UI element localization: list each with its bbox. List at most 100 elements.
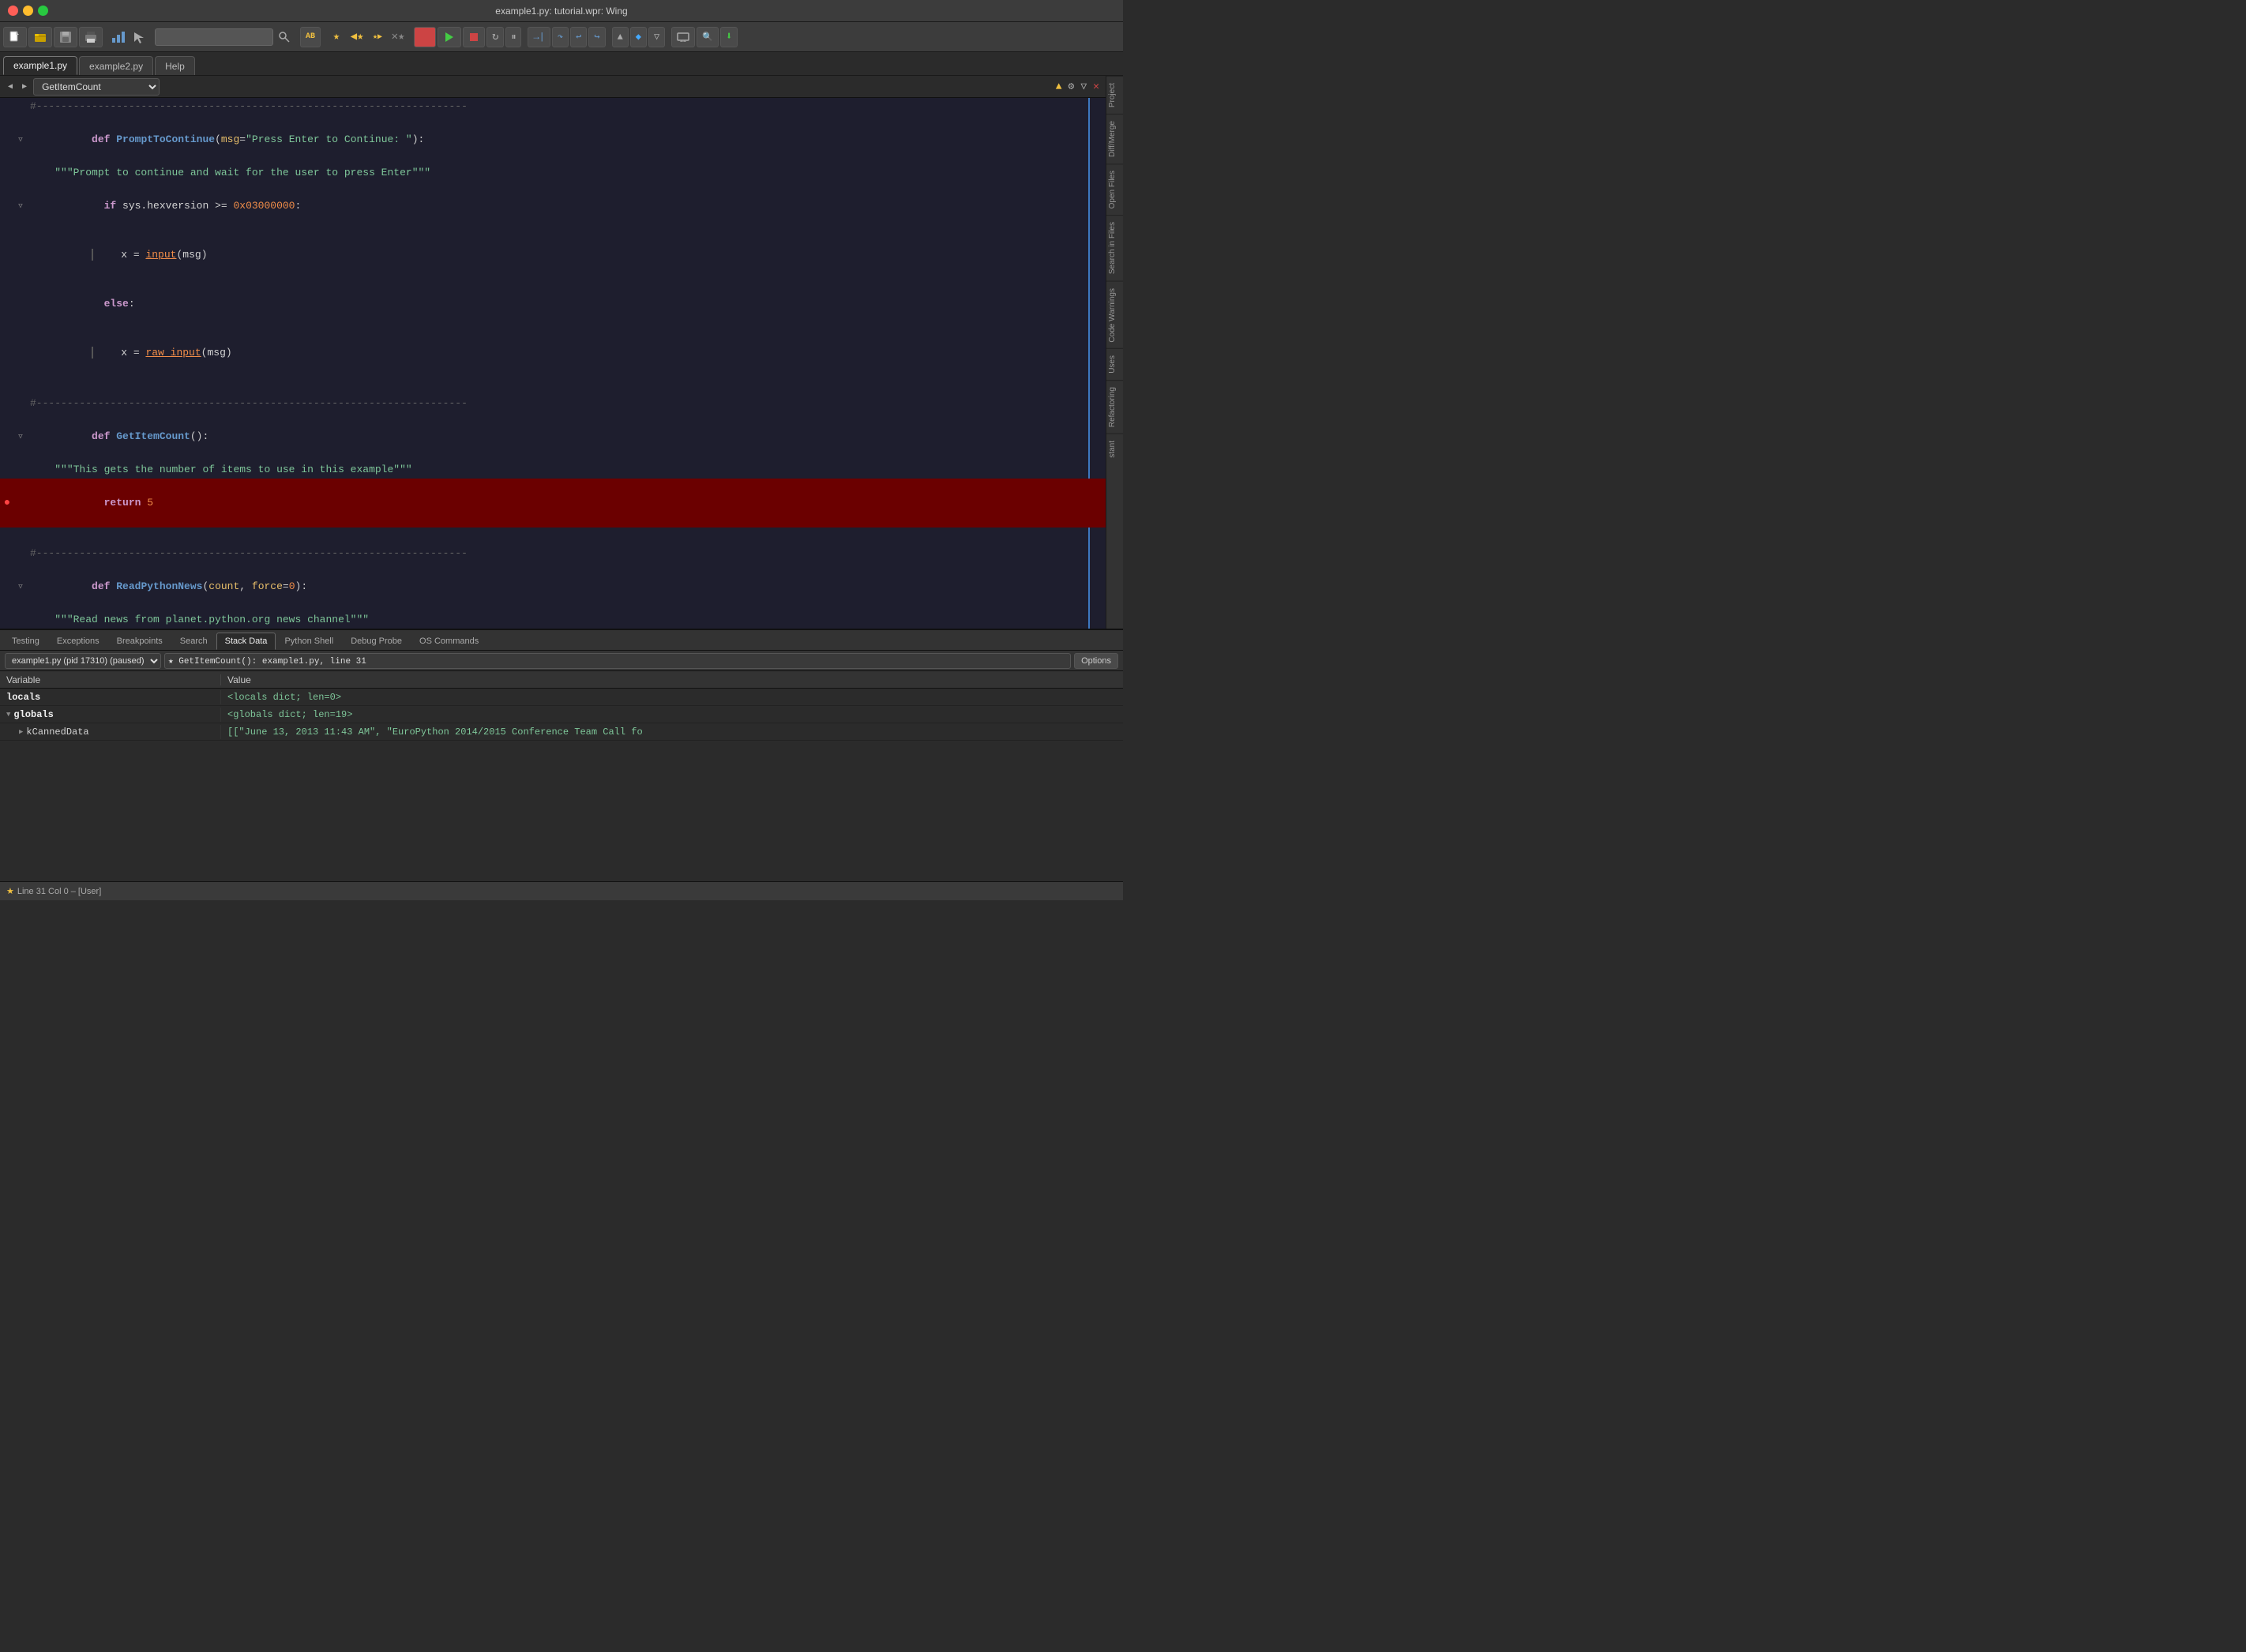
bookmark-button[interactable]: ★ [327,28,346,47]
code-line [0,528,1106,545]
pointer-button[interactable] [130,28,148,47]
vars-table: Variable Value locals <locals dict; len=… [0,671,1123,881]
var-value-globals: <globals dict; len=19> [221,708,1123,722]
btab-search[interactable]: Search [171,633,216,650]
code-line: """Read news from planet.python.org news… [0,611,1106,629]
code-line: #---------------------------------------… [0,98,1106,115]
btab-debugprobe[interactable]: Debug Probe [342,633,411,650]
stats-button[interactable] [109,28,128,47]
sidebar-tab-stant[interactable]: stant [1106,434,1123,464]
btab-breakpoints[interactable]: Breakpoints [108,633,171,650]
sidebar-tab-uses[interactable]: Uses [1106,348,1123,380]
titlebar: example1.py: tutorial.wpr: Wing [0,0,1123,22]
tab-example2[interactable]: example2.py [79,56,153,75]
var-name-globals: ▼ globals [0,708,221,722]
window-controls [8,6,48,16]
fold-arrow[interactable]: ▽ [18,433,22,441]
breakpoint-button[interactable]: ◆ [630,27,647,47]
code-line: ▽ def ReadPythonNews(count, force=0): [0,562,1106,611]
bottom-tabs: Testing Exceptions Breakpoints Search St… [0,630,1123,651]
stop-button[interactable] [463,27,485,47]
editor-actions: ▲ ⚙ ▽ ✕ [1054,79,1101,94]
code-line: """This gets the number of items to use … [0,461,1106,479]
var-value-locals: <locals dict; len=0> [221,690,1123,704]
btab-oscommands[interactable]: OS Commands [411,633,487,650]
debug-new-button[interactable] [414,27,436,47]
code-line: #---------------------------------------… [0,545,1106,562]
bookmark-clear-button[interactable]: ✕★ [389,28,408,47]
pause-button[interactable]: ⏸ [505,27,521,47]
options-button[interactable]: Options [1074,653,1118,669]
status-text: Line 31 Col 0 – [User] [17,887,101,896]
code-line [0,377,1106,395]
status-icon: ★ [6,886,14,896]
search-icon[interactable] [275,28,294,47]
btab-exceptions[interactable]: Exceptions [48,633,108,650]
main-area: ◀ ▶ GetItemCount ▲ ⚙ ▽ ✕ #--------------… [0,76,1123,629]
fold-arrow[interactable]: ▽ [18,583,22,591]
bookmark-next-button[interactable]: ★▶ [368,28,387,47]
var-value-kcanneddata: [["June 13, 2013 11:43 AM", "EuroPython … [221,725,1123,739]
magnify-button[interactable]: 🔍 [697,27,719,47]
stack-file-dropdown[interactable]: example1.py (pid 17310) (paused) [5,653,161,669]
sidebar-tab-diffmerge[interactable]: Diff/Merge [1106,114,1123,163]
close-button[interactable] [8,6,18,16]
fold-arrow[interactable]: ▽ [18,136,22,144]
sidebar-tab-searchinfiles[interactable]: Search in Files [1106,215,1123,280]
search-input[interactable] [155,28,273,46]
code-line-breakpoint: ● return 5 [0,479,1106,528]
code-line: """Prompt to continue and wait for the u… [0,164,1106,182]
sidebar-tab-refactoring[interactable]: Refactoring [1106,380,1123,434]
print-button[interactable] [79,27,103,47]
open-file-button[interactable] [28,27,52,47]
step-into-button[interactable]: →| [528,27,550,47]
restart-button[interactable]: ↻ [486,27,504,47]
var-col-header-name: Variable [0,674,221,685]
fold-arrow[interactable]: ▽ [18,202,22,210]
tabs-bar: example1.py example2.py Help [0,52,1123,76]
code-line: ▽ def PromptToContinue(msg="Press Enter … [0,115,1106,164]
tab-help[interactable]: Help [155,56,195,75]
sidebar-tab-project[interactable]: Project [1106,76,1123,114]
code-line: #---------------------------------------… [0,395,1106,412]
new-file-button[interactable] [3,27,27,47]
code-line: x = raw_input(msg) [0,329,1106,377]
right-sidebar: Project Diff/Merge Open Files Search in … [1106,76,1123,629]
expand-kcanneddata-arrow[interactable]: ▶ [19,728,23,736]
step-out-button[interactable]: ↩ [570,27,587,47]
close-editor-icon[interactable]: ✕ [1091,79,1101,94]
var-row-kcanneddata[interactable]: ▶ kCannedData [["June 13, 2013 11:43 AM"… [0,723,1123,741]
btab-stackdata[interactable]: Stack Data [216,633,276,650]
expand-globals-arrow[interactable]: ▼ [6,711,10,719]
watch-button[interactable]: ▽ [648,27,665,47]
code-container[interactable]: #---------------------------------------… [0,98,1106,629]
maximize-button[interactable] [38,6,48,16]
nav-back-button[interactable]: ◀ [5,81,16,93]
btab-testing[interactable]: Testing [3,633,48,650]
btab-pythonshell[interactable]: Python Shell [276,633,342,650]
minimize-button[interactable] [23,6,33,16]
nav-forward-button[interactable]: ▶ [19,81,30,93]
call-stack-button[interactable]: ▲ [612,27,629,47]
tab-example1[interactable]: example1.py [3,56,77,75]
save-button[interactable] [54,27,77,47]
expand-icon[interactable]: ▽ [1079,79,1088,94]
function-dropdown[interactable]: GetItemCount [33,78,160,96]
sidebar-tab-openfiles[interactable]: Open Files [1106,163,1123,215]
run-button[interactable] [438,27,461,47]
var-row-globals[interactable]: ▼ globals <globals dict; len=19> [0,706,1123,723]
screen-button[interactable] [671,27,695,47]
settings-icon[interactable]: ⚙ [1067,79,1076,94]
return-button[interactable]: ↪ [588,27,605,47]
bottom-panel: Testing Exceptions Breakpoints Search St… [0,629,1123,881]
ab-button[interactable]: AB [300,27,321,47]
toolbar: AB ★ ◀★ ★▶ ✕★ ↻ ⏸ →| ↷ ↩ ↪ ▲ ◆ ▽ 🔍 ⬇ [0,22,1123,52]
var-name-kcanneddata: ▶ kCannedData [0,725,221,739]
step-over-button[interactable]: ↷ [552,27,569,47]
bookmark-prev-button[interactable]: ◀★ [347,28,366,47]
code-line: ▽ def GetItemCount(): [0,412,1106,461]
var-row-locals[interactable]: locals <locals dict; len=0> [0,689,1123,706]
sidebar-tab-codewarnings[interactable]: Code Warnings [1106,281,1123,349]
code-line: x = input(msg) [0,231,1106,280]
download-button[interactable]: ⬇ [720,27,738,47]
